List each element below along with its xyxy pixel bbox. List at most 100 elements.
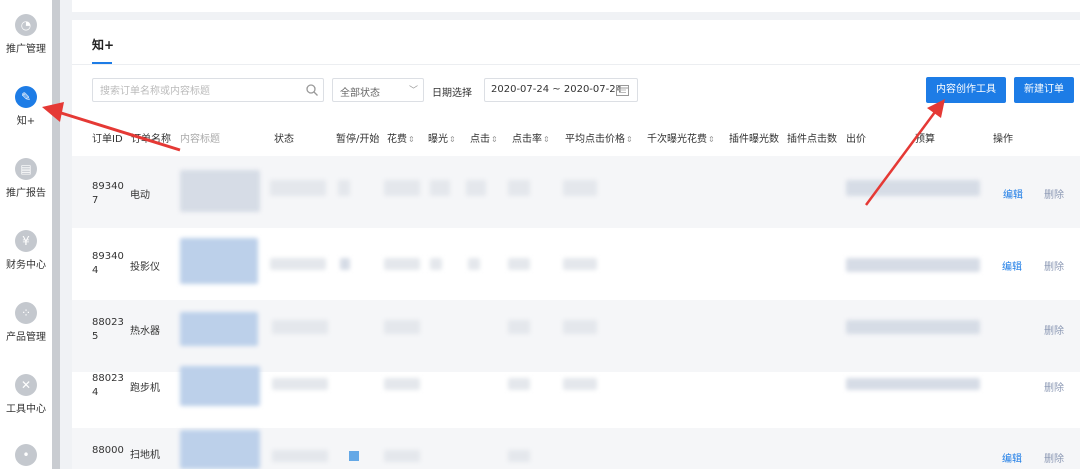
redacted-content <box>180 170 260 212</box>
calendar-icon <box>616 85 629 96</box>
order-id: 88023 4 <box>92 372 126 400</box>
order-id-line: 4 <box>92 265 99 276</box>
redacted-content <box>563 180 597 196</box>
sort-icon[interactable]: ⇕ <box>543 135 550 144</box>
sort-icon[interactable]: ⇕ <box>708 135 715 144</box>
column-header-actions: 操作 <box>993 134 1013 145</box>
column-header-exposure[interactable]: 曝光⇕ <box>428 130 456 145</box>
column-header-content-title: 内容标题 <box>180 134 220 145</box>
order-name: 扫地机 <box>130 450 160 461</box>
order-name: 投影仪 <box>130 262 160 273</box>
redacted-content <box>272 320 328 334</box>
content-tool-button[interactable]: 内容创作工具 <box>926 77 1006 103</box>
order-name: 热水器 <box>130 326 160 337</box>
sidebar-item-label: 产品管理 <box>6 332 46 343</box>
delete-link[interactable]: 删除 <box>1044 450 1064 465</box>
column-header-ctr[interactable]: 点击率⇕ <box>512 130 550 145</box>
edit-link[interactable]: 编辑 <box>1002 450 1022 465</box>
column-header-cost[interactable]: 花费⇕ <box>387 130 415 145</box>
edit-link[interactable]: 编辑 <box>1002 258 1022 273</box>
column-header-clicks[interactable]: 点击⇕ <box>470 130 498 145</box>
sidebar-item-finance[interactable]: ¥ 财务中心 <box>0 230 52 271</box>
sidebar-item-label: 知+ <box>16 116 36 127</box>
sidebar-item-label: 推广管理 <box>6 44 46 55</box>
column-header-status: 状态 <box>274 134 294 145</box>
column-header-plugin-exposure: 插件曝光数 <box>729 134 779 145</box>
redacted-content <box>846 258 980 272</box>
redacted-content <box>180 366 260 406</box>
search-icon[interactable] <box>305 83 319 97</box>
order-name: 跑步机 <box>130 383 160 394</box>
sidebar-item-label: 工具中心 <box>6 404 46 415</box>
order-id: 89340 7 <box>92 180 126 208</box>
order-id-line: 88023 <box>92 317 124 328</box>
redacted-content <box>384 258 420 270</box>
column-header-avg-click-price[interactable]: 平均点击价格⇕ <box>565 130 633 145</box>
redacted-content <box>180 312 258 346</box>
search-input[interactable] <box>93 80 293 103</box>
order-name: 电动 <box>130 190 150 201</box>
status-select[interactable]: 全部状态 ﹀ <box>332 78 424 102</box>
order-id-line: 88023 <box>92 373 124 384</box>
sort-icon[interactable]: ⇕ <box>449 135 456 144</box>
edit-link[interactable]: 编辑 <box>1003 186 1023 201</box>
redacted-content <box>466 180 486 196</box>
column-header-order-id: 订单ID <box>92 134 123 145</box>
order-id: 89340 4 <box>92 250 126 278</box>
column-header-bid: 出价 <box>846 134 866 145</box>
grid-icon: ⁘ <box>15 302 37 324</box>
redacted-content <box>180 238 258 284</box>
delete-link[interactable]: 删除 <box>1044 186 1064 201</box>
sort-icon[interactable]: ⇕ <box>491 135 498 144</box>
column-header-label: 花费 <box>387 134 407 145</box>
search-field[interactable] <box>92 78 324 103</box>
more-icon: • <box>15 444 37 466</box>
order-id-line: 7 <box>92 195 99 206</box>
sidebar-scrollbar[interactable] <box>52 0 60 469</box>
redacted-content <box>846 180 980 196</box>
column-header-pause-start: 暂停/开始 <box>336 134 380 145</box>
redacted-content <box>272 450 328 462</box>
top-panel <box>72 0 1080 12</box>
sidebar-item-label: 财务中心 <box>6 260 46 271</box>
sidebar-item-label: 推广报告 <box>6 188 46 199</box>
status-indicator <box>349 451 359 461</box>
sidebar-item-products[interactable]: ⁘ 产品管理 <box>0 302 52 343</box>
tab-divider <box>72 64 1080 65</box>
delete-link[interactable]: 删除 <box>1044 322 1064 337</box>
redacted-content <box>270 180 326 196</box>
column-header-order-name: 订单名称 <box>131 134 171 145</box>
redacted-content <box>508 378 530 390</box>
redacted-content <box>846 320 980 334</box>
order-id: 88023 5 <box>92 316 126 344</box>
redacted-content <box>338 180 350 196</box>
sort-icon[interactable]: ⇕ <box>626 135 633 144</box>
sidebar-item-promo-management[interactable]: ◔ 推广管理 <box>0 14 52 55</box>
order-id-line: 89340 <box>92 181 124 192</box>
redacted-content <box>180 430 260 469</box>
redacted-content <box>508 180 530 196</box>
column-header-cpm-cost[interactable]: 千次曝光花费⇕ <box>647 130 715 145</box>
sidebar-item-zhiplus[interactable]: ✎ 知+ <box>0 86 52 127</box>
redacted-content <box>340 258 350 270</box>
redacted-content <box>384 180 420 196</box>
sidebar-item-tools[interactable]: ✕ 工具中心 <box>0 374 52 415</box>
tab-zhiplus[interactable]: 知+ <box>92 36 114 53</box>
new-order-button[interactable]: 新建订单 <box>1014 77 1074 103</box>
column-header-label: 点击率 <box>512 134 542 145</box>
tools-icon: ✕ <box>15 374 37 396</box>
delete-link[interactable]: 删除 <box>1044 258 1064 273</box>
redacted-content <box>508 450 530 462</box>
sort-icon[interactable]: ⇕ <box>408 135 415 144</box>
order-id-line: 5 <box>92 331 99 342</box>
sidebar-item-more[interactable]: • <box>0 444 52 469</box>
column-header-budget: 预算 <box>915 134 935 145</box>
sidebar-item-report[interactable]: ▤ 推广报告 <box>0 158 52 199</box>
date-range-picker[interactable]: 2020-07-24 ~ 2020-07-24 <box>484 78 638 102</box>
delete-link[interactable]: 删除 <box>1044 379 1064 394</box>
sidebar: ◔ 推广管理 ✎ 知+ ▤ 推广报告 ¥ 财务中心 ⁘ 产品管理 ✕ 工具中心 … <box>0 0 52 469</box>
date-range-value: 2020-07-24 ~ 2020-07-24 <box>491 84 622 95</box>
yen-icon: ¥ <box>15 230 37 252</box>
column-header-label: 曝光 <box>428 134 448 145</box>
status-select-value: 全部状态 <box>340 88 380 99</box>
